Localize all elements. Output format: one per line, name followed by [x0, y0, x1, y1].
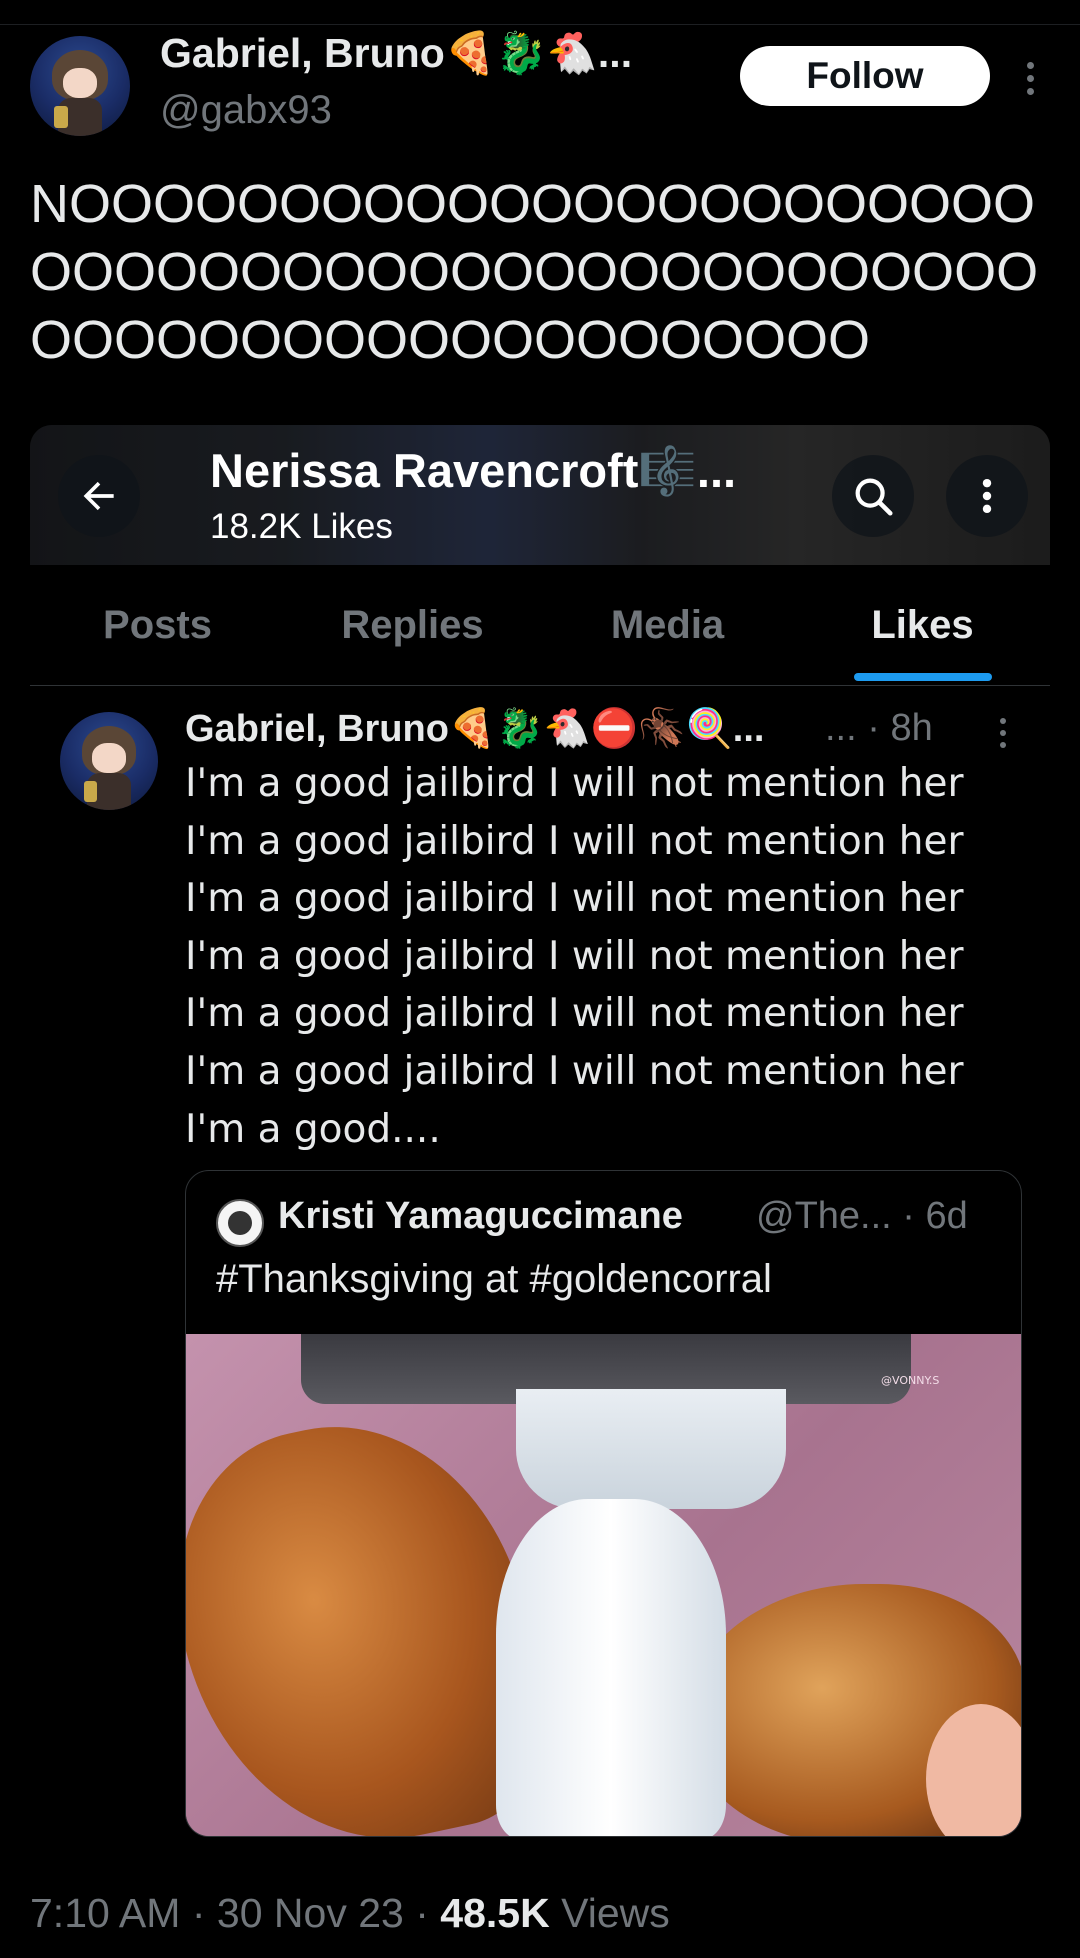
tab-likes[interactable]: Likes — [795, 565, 1050, 685]
tweet-date: 30 Nov 23 — [216, 1890, 404, 1936]
profile-name: Nerissa Ravencroft🎼... — [210, 444, 737, 497]
profile-likes-count: 18.2K Likes — [210, 507, 393, 546]
author-name[interactable]: Gabriel, Bruno🍕🐉🐔... — [160, 30, 632, 78]
separator: · — [191, 1890, 206, 1936]
views-count[interactable]: 48.5K — [440, 1890, 549, 1936]
quoted-author-name: Kristi Yamaguccimane — [278, 1195, 683, 1237]
embedded-screenshot: Nerissa Ravencroft🎼... 18.2K Likes Posts… — [30, 425, 1050, 1837]
post-author-avatar[interactable] — [60, 712, 158, 810]
post-text-line: I'm a good.... — [185, 1106, 441, 1152]
active-tab-indicator — [853, 673, 992, 681]
author-handle[interactable]: @gabx93 — [160, 88, 332, 133]
media-watermark: @VONNY.S — [881, 1374, 940, 1387]
post-text-line: I'm a good jailbird I will not mention h… — [185, 876, 964, 922]
quoted-media-image[interactable]: @VONNY.S — [186, 1334, 1021, 1836]
search-icon[interactable] — [832, 455, 914, 537]
post-more-icon[interactable] — [997, 718, 1009, 748]
tab-posts[interactable]: Posts — [30, 565, 285, 685]
author-avatar[interactable] — [30, 36, 130, 136]
post-text-line: I'm a good jailbird I will not mention h… — [185, 991, 964, 1037]
tweet-footer: 7:10 AM · 30 Nov 23 · 48.5K Views — [30, 1890, 670, 1937]
more-vertical-icon[interactable] — [946, 455, 1028, 537]
quoted-meta: @The... · 6d — [756, 1195, 968, 1237]
views-label: Views — [561, 1890, 670, 1936]
tab-media[interactable]: Media — [540, 565, 795, 685]
quoted-post[interactable]: Kristi Yamaguccimane @The... · 6d #Thank… — [185, 1170, 1022, 1837]
top-divider — [0, 24, 1080, 25]
separator: · — [415, 1890, 429, 1936]
post-text: I'm a good jailbird I will not mention h… — [185, 755, 1005, 1158]
post-text-line: I'm a good jailbird I will not mention h… — [185, 1048, 964, 1094]
quoted-text: #Thanksgiving at #goldencorral — [216, 1257, 772, 1301]
back-arrow-icon[interactable] — [58, 455, 140, 537]
follow-button[interactable]: Follow — [740, 46, 990, 106]
tweet-time: 7:10 AM — [30, 1890, 181, 1936]
more-options-icon[interactable] — [1024, 62, 1036, 95]
post-author-name[interactable]: Gabriel, Bruno🍕🐉🐔⛔🪳🍭... — [185, 707, 764, 751]
post-text-line: I'm a good jailbird I will not mention h… — [185, 761, 964, 806]
post-text-line: I'm a good jailbird I will not mention h… — [185, 818, 964, 864]
tweet-text: NOOOOOOOOOOOOOOOOOOOOOOOOOOOOOOOOOOOOOOO… — [30, 174, 1039, 370]
profile-tabs: Posts Replies Media Likes — [30, 565, 1050, 686]
quoted-author-avatar — [216, 1199, 264, 1247]
post-timestamp: ... · 8h — [825, 707, 933, 749]
tab-replies[interactable]: Replies — [285, 565, 540, 685]
post-text-line: I'm a good jailbird I will not mention h… — [185, 933, 964, 979]
